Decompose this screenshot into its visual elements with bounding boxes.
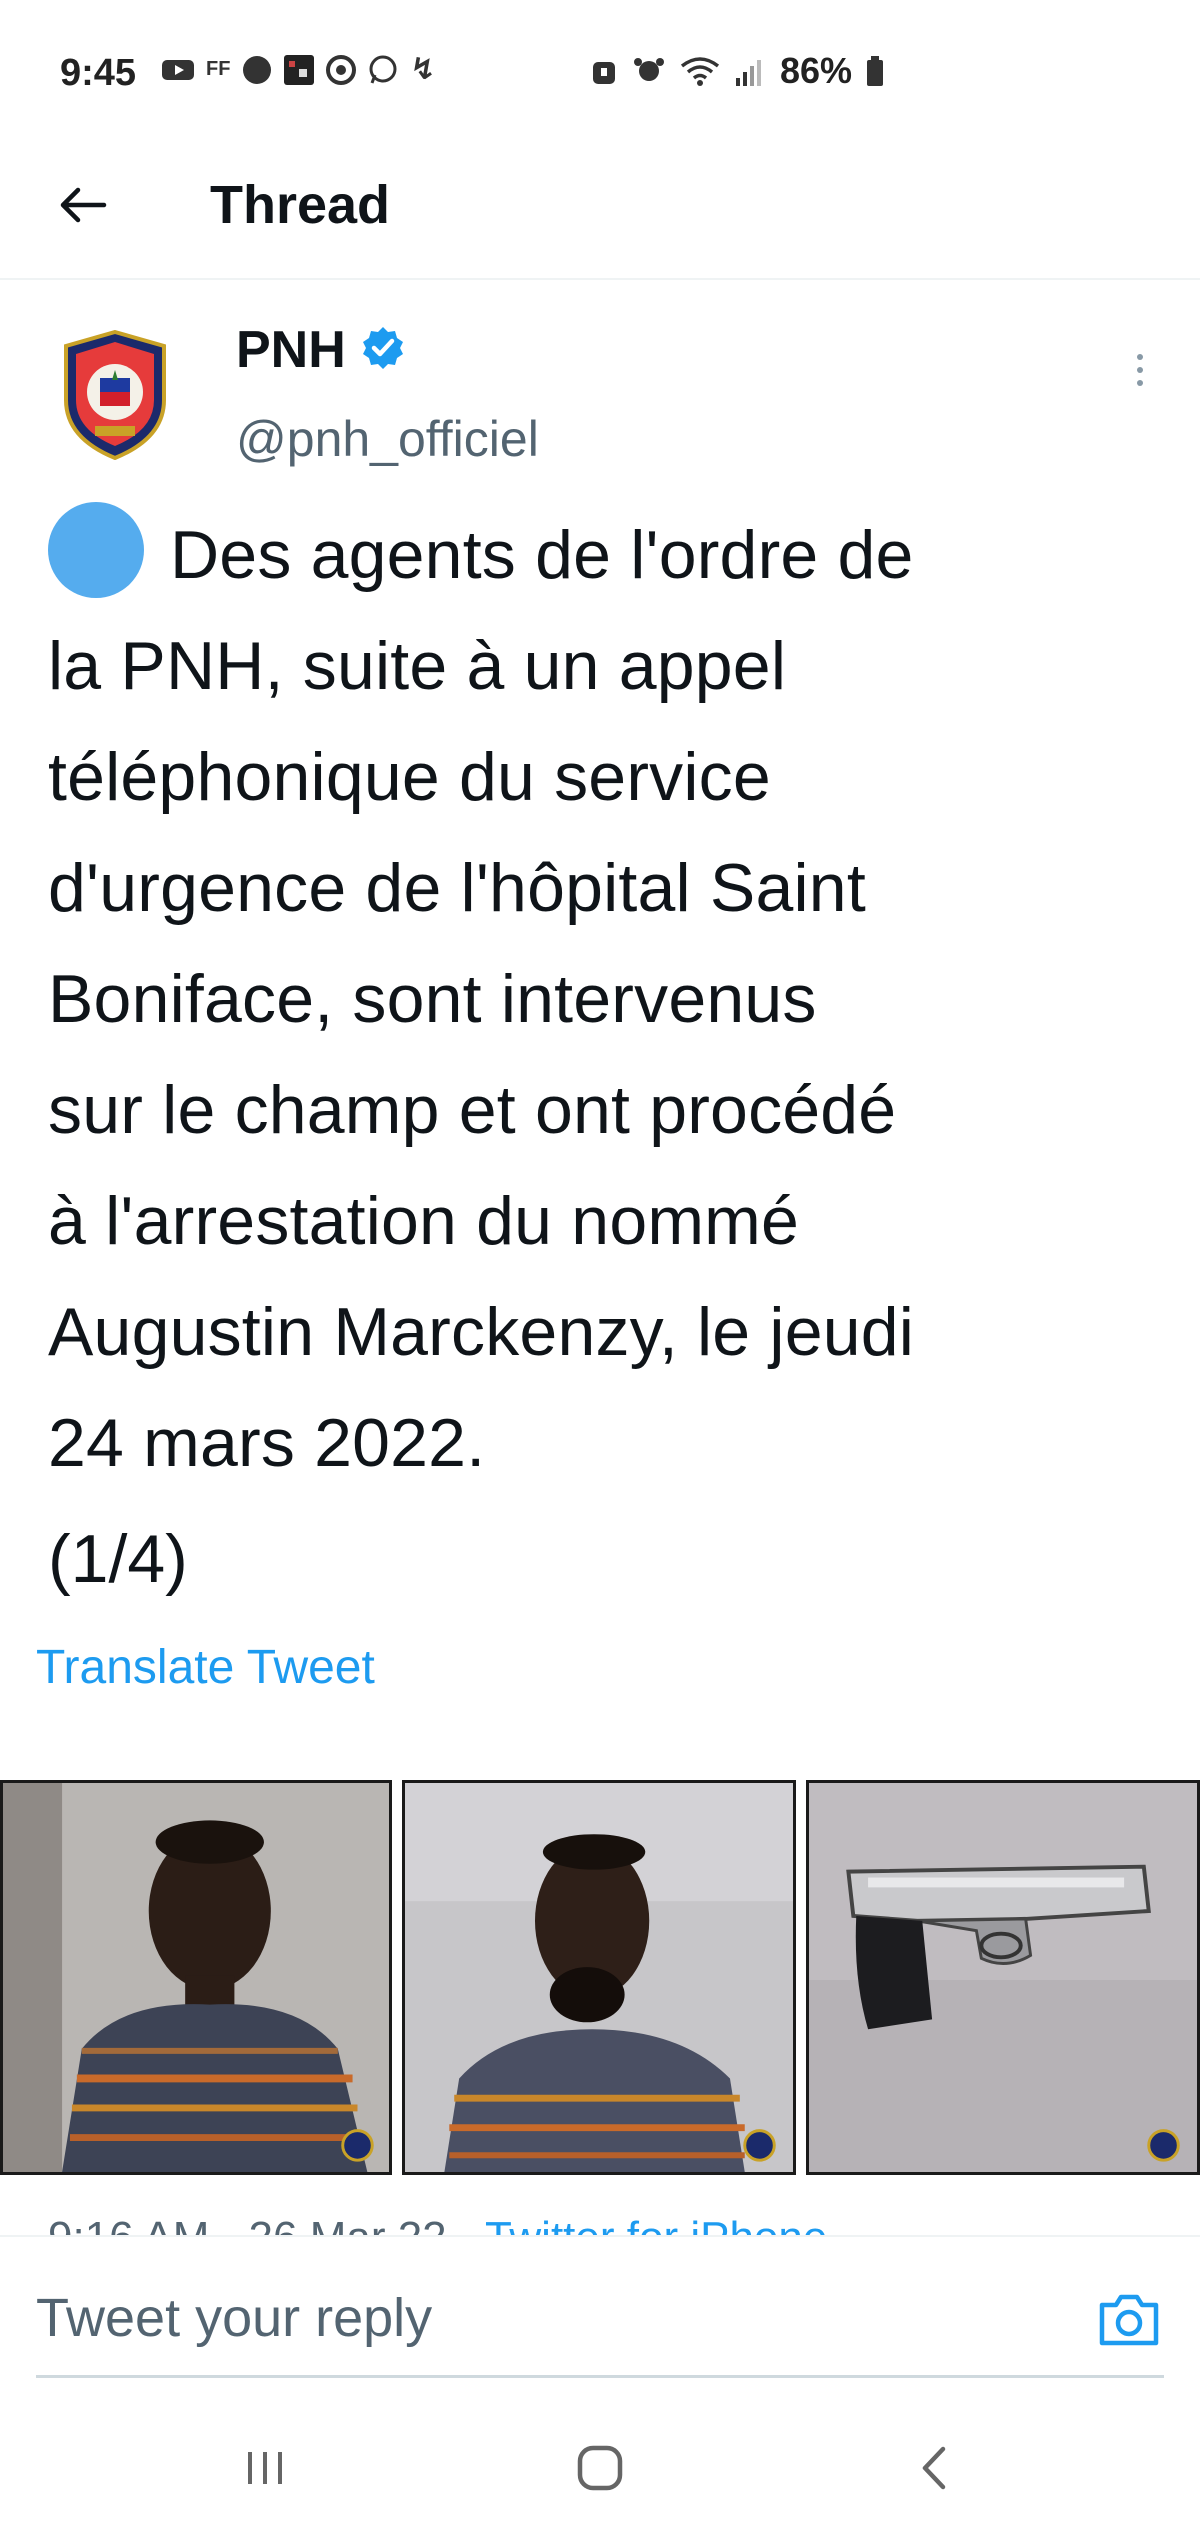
youtube-icon bbox=[162, 58, 194, 82]
sync-icon bbox=[326, 54, 357, 85]
tweet-text: Des agents de l'ordre de la PNH, suite à… bbox=[48, 500, 1178, 1499]
back-button[interactable] bbox=[48, 172, 118, 242]
signal-alert-icon: ↯ bbox=[410, 53, 436, 86]
more-options-icon[interactable] bbox=[1125, 340, 1155, 400]
status-right-icons: 86% bbox=[590, 50, 884, 92]
translate-tweet-link[interactable]: Translate Tweet bbox=[36, 1640, 375, 1695]
reply-bar: Tweet your reply bbox=[0, 2237, 1200, 2377]
tweet-source-link[interactable]: Twitter for iPhone bbox=[485, 2215, 827, 2237]
gallery-icon bbox=[284, 54, 315, 85]
cell-signal-icon bbox=[734, 56, 766, 86]
home-button[interactable] bbox=[560, 2430, 640, 2510]
media-photo-pistol[interactable] bbox=[806, 1780, 1200, 2175]
ff-icon: FF bbox=[206, 58, 231, 80]
circle-icon bbox=[242, 55, 272, 85]
status-time: 9:45 bbox=[60, 52, 137, 94]
bluetooth-icon bbox=[632, 56, 666, 86]
battery-icon bbox=[866, 56, 884, 86]
arrow-left-icon bbox=[58, 185, 108, 230]
top-bar: Thread bbox=[0, 150, 1200, 280]
tweet-part-indicator: (1/4) bbox=[48, 1521, 188, 1597]
status-bar: 9:45 FF ↯ 86% bbox=[0, 0, 1200, 150]
chevron-left-icon bbox=[915, 2443, 955, 2498]
tweet-meta: 9:16 AM · 26 Mar 22 · Twitter for iPhone bbox=[48, 2215, 827, 2237]
tweet-text-content: Des agents de l'ordre de la PNH, suite à… bbox=[48, 517, 915, 1481]
battery-percent: 86% bbox=[780, 50, 853, 91]
status-left-icons: FF ↯ bbox=[162, 52, 436, 87]
camera-icon[interactable] bbox=[1096, 2289, 1162, 2349]
whatsapp-icon bbox=[368, 55, 398, 85]
media-photo-suspect-front[interactable] bbox=[0, 1780, 392, 2175]
reply-input[interactable]: Tweet your reply bbox=[36, 2287, 432, 2349]
media-photo-suspect-side[interactable] bbox=[402, 1780, 796, 2175]
tweet-timestamp: 9:16 AM · 26 Mar 22 · bbox=[48, 2215, 485, 2237]
verified-badge-icon bbox=[360, 325, 406, 376]
page-title: Thread bbox=[210, 175, 391, 235]
wifi-icon bbox=[680, 56, 720, 86]
alarm-icon bbox=[590, 56, 618, 86]
display-name[interactable]: PNH bbox=[236, 320, 346, 380]
system-navigation-bar bbox=[0, 2400, 1200, 2533]
blue-circle-emoji-icon bbox=[48, 502, 144, 598]
handle[interactable]: @pnh_officiel bbox=[236, 410, 539, 468]
avatar[interactable] bbox=[60, 329, 170, 461]
home-icon bbox=[575, 2443, 625, 2498]
recent-apps-button[interactable] bbox=[225, 2430, 305, 2510]
tweet-author[interactable]: PNH bbox=[236, 320, 406, 380]
system-back-button[interactable] bbox=[895, 2430, 975, 2510]
recent-apps-icon bbox=[242, 2448, 288, 2493]
reply-divider bbox=[36, 2375, 1164, 2378]
